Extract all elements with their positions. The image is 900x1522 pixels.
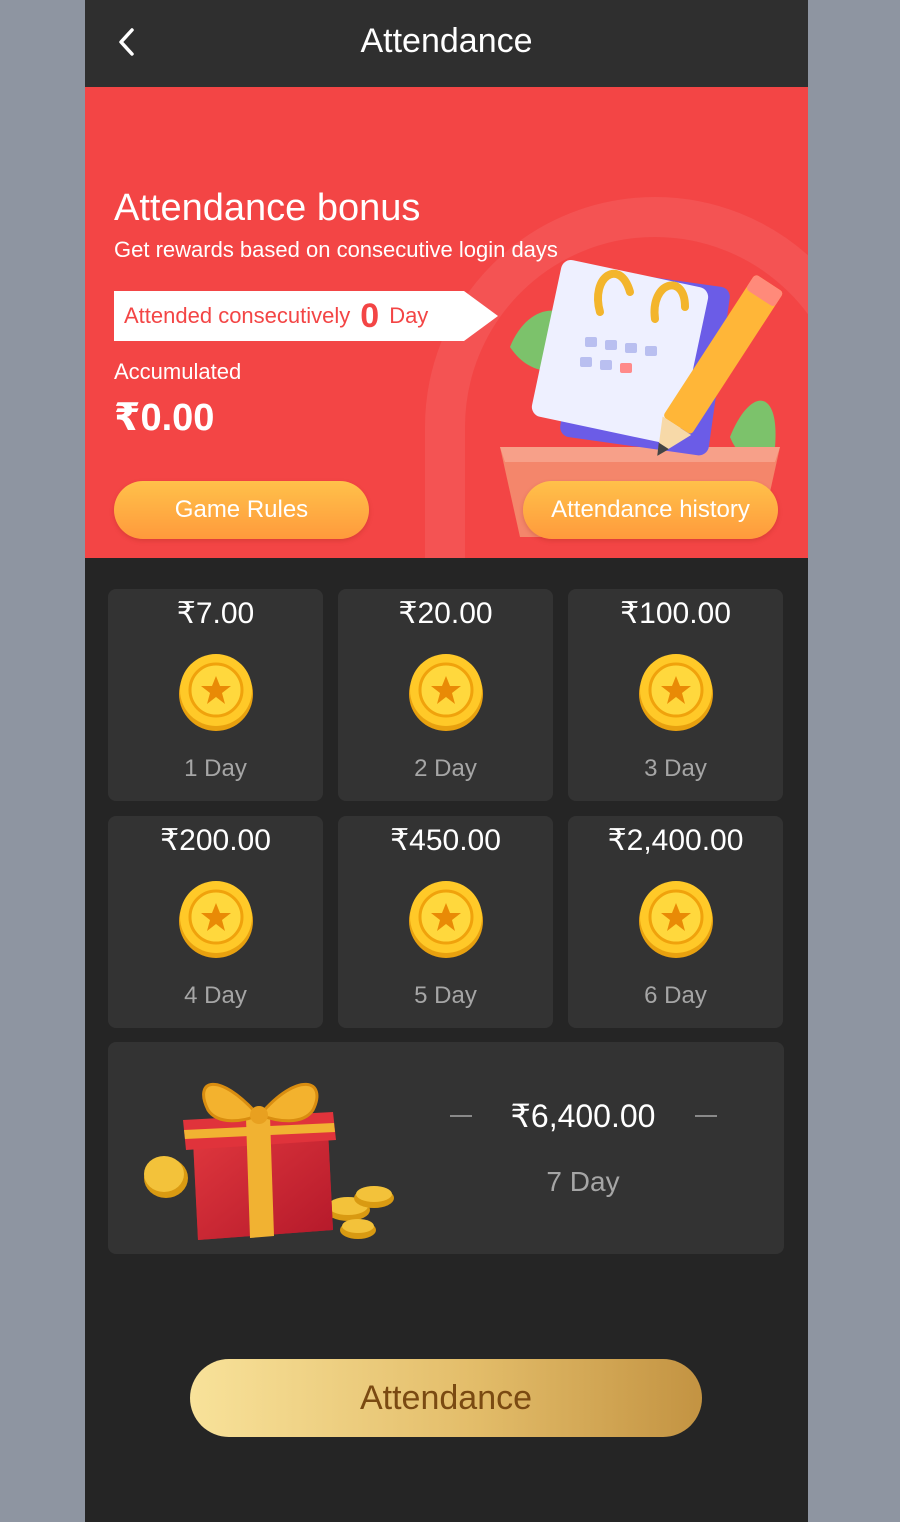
consecutive-unit: Day [389, 303, 429, 328]
consecutive-days-count: 0 [360, 296, 380, 335]
reward-card-day-1[interactable]: ₹7.00 1 Day [108, 589, 323, 801]
consecutive-days-box: Attended consecutively 0 Day [114, 291, 464, 341]
final-reward-amount: ₹6,400.00 [510, 1098, 656, 1134]
coin-star-icon [179, 881, 253, 958]
reward-card-day-2[interactable]: ₹20.00 2 Day [338, 589, 553, 801]
attendance-button[interactable]: Attendance [190, 1359, 702, 1437]
reward-card-day-3[interactable]: ₹100.00 3 Day [568, 589, 783, 801]
gift-box-icon [144, 1082, 394, 1240]
reward-day: 3 Day [644, 755, 707, 782]
banner-subtitle: Get rewards based on consecutive login d… [114, 237, 558, 262]
accumulated-value: ₹0.00 [114, 397, 215, 439]
final-reward-day: 7 Day [546, 1166, 620, 1197]
reward-day: 5 Day [414, 982, 477, 1009]
coin-star-icon [409, 881, 483, 958]
reward-card-day-6[interactable]: ₹2,400.00 6 Day [568, 816, 783, 1028]
consecutive-days-tag: Attended consecutively 0 Day [114, 291, 498, 341]
reward-day: 2 Day [414, 755, 477, 782]
reward-amount: ₹7.00 [176, 597, 255, 630]
banner-title: Attendance bonus [114, 187, 421, 229]
reward-day: 4 Day [184, 982, 247, 1009]
reward-amount: ₹200.00 [160, 824, 271, 857]
reward-card-day-4[interactable]: ₹200.00 4 Day [108, 816, 323, 1028]
coin-star-icon [409, 654, 483, 731]
coin-star-icon [639, 654, 713, 731]
reward-amount: ₹450.00 [390, 824, 501, 857]
reward-amount: ₹100.00 [620, 597, 731, 630]
top-bar: Attendance [85, 0, 808, 87]
reward-amount: ₹2,400.00 [607, 824, 744, 857]
coin-star-icon [179, 654, 253, 731]
accumulated-label: Accumulated [114, 359, 242, 384]
divider-dash-right [695, 1115, 717, 1117]
tag-arrow [464, 291, 498, 341]
reward-card-day-7[interactable]: ₹6,400.00 7 Day [108, 1042, 784, 1254]
page-title: Attendance [360, 22, 533, 60]
phone-screen: Attendance Attendance bonus Get rewards … [85, 0, 808, 1522]
game-rules-button[interactable]: Game Rules [114, 481, 369, 539]
reward-card-day-5[interactable]: ₹450.00 5 Day [338, 816, 553, 1028]
consecutive-label: Attended consecutively [124, 303, 351, 328]
coin-star-icon [639, 881, 713, 958]
reward-amount: ₹20.00 [398, 597, 493, 630]
attendance-banner: Attendance bonus Get rewards based on co… [85, 87, 808, 558]
reward-day: 6 Day [644, 982, 707, 1009]
reward-day: 1 Day [184, 755, 247, 782]
attendance-history-button[interactable]: Attendance history [523, 481, 778, 539]
